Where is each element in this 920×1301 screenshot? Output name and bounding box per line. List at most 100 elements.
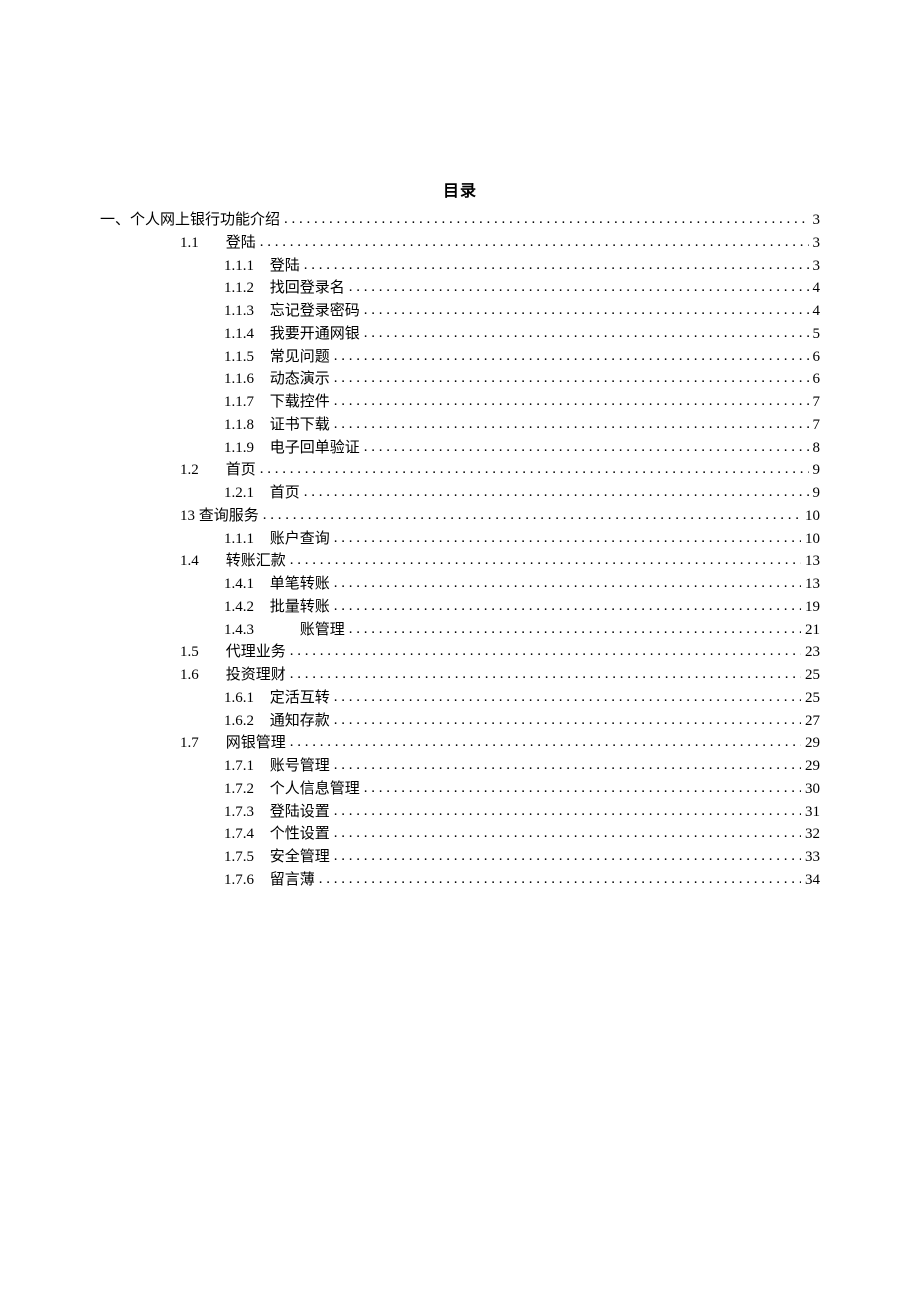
toc-entry[interactable]: 1.7.6 留言薄34 [224, 869, 820, 892]
toc-entry[interactable]: 1.4.1 单笔转账13 [224, 573, 820, 596]
toc-leader [349, 619, 801, 634]
toc-entry-text: 首页 [226, 462, 256, 478]
toc-entry[interactable]: 1.1.3 忘记登录密码4 [224, 300, 820, 323]
toc-entry-number: 1.7.1 [224, 756, 266, 778]
toc-entry-page: 32 [805, 824, 820, 846]
toc-entry-label: 1.4 转账汇款 [180, 551, 286, 573]
toc-entry[interactable]: 1.1.4 我要开通网银5 [224, 323, 820, 346]
toc-entry[interactable]: 1.1.9 电子回单验证8 [224, 437, 820, 460]
toc-entry-page: 34 [805, 870, 820, 892]
toc-entry-label: 1.5 代理业务 [180, 642, 286, 664]
toc-entry-number: 1.6.1 [224, 688, 266, 710]
toc-entry-number: 1.2.1 [224, 483, 266, 505]
toc-entry[interactable]: 1.1.1 账户查询10 [224, 528, 820, 551]
toc-entry[interactable]: 1.7.5 安全管理33 [224, 846, 820, 869]
toc-entry-page: 19 [805, 597, 820, 619]
toc-entry-label: 1.7.5 安全管理 [224, 847, 330, 869]
toc-entry-text: 电子回单验证 [270, 440, 360, 456]
toc-entry-page: 3 [813, 233, 821, 255]
toc-entry[interactable]: 1.7.1 账号管理29 [224, 755, 820, 778]
toc-entry[interactable]: 1.4.3 账管理21 [224, 619, 820, 642]
toc-entry-number: 1.6.2 [224, 711, 266, 733]
toc-entry-label: 1.7.1 账号管理 [224, 756, 330, 778]
toc-entry-text: 登陆 [226, 235, 256, 251]
toc-entry-text: 首页 [270, 485, 300, 501]
toc-entry-number: 1.1.5 [224, 347, 266, 369]
toc-entry-page: 3 [813, 210, 821, 232]
toc-entry-number: 1.7 [180, 733, 222, 755]
toc-entry-text: 单笔转账 [270, 576, 330, 592]
toc-entry-number: 1.1.3 [224, 301, 266, 323]
toc-entry-text: 常见问题 [270, 349, 330, 365]
toc-entry-label: 1.1.1 登陆 [224, 256, 300, 278]
toc-entry[interactable]: 1.1.5 常见问题 6 [224, 346, 820, 369]
toc-leader [364, 778, 801, 793]
toc-entry-label: 1.1.7 下载控件 [224, 392, 330, 414]
toc-entry[interactable]: 1.6.1 定活互转25 [224, 687, 820, 710]
toc-entry-number: 1.7.5 [224, 847, 266, 869]
toc-entry[interactable]: 1.2 首页9 [180, 459, 820, 482]
toc-entry-text: 批量转账 [270, 599, 330, 615]
toc-leader [334, 755, 801, 770]
toc-entry-page: 6 [813, 347, 821, 369]
toc-entry-page: 13 [805, 574, 820, 596]
toc-entry-page: 31 [805, 802, 820, 824]
toc-title: 目录 [100, 180, 820, 203]
toc-entry-page: 27 [805, 711, 820, 733]
toc-entry-page: 6 [813, 369, 821, 391]
toc-entry-number: 1.1.4 [224, 324, 266, 346]
toc-entry-number: 1.6 [180, 665, 222, 687]
toc-entry-label: 1.4.3 账管理 [224, 620, 345, 642]
toc-entry-text: 动态演示 [270, 371, 330, 387]
toc-entry[interactable]: 1.5 代理业务23 [180, 641, 820, 664]
toc-entry[interactable]: 1.7 网银管理29 [180, 732, 820, 755]
toc-entry-text: 找回登录名 [270, 280, 345, 296]
toc-entry[interactable]: 一、个人网上银行功能介绍 3 [100, 209, 820, 232]
toc-leader [260, 459, 809, 474]
toc-leader [334, 368, 809, 383]
toc-leader [334, 596, 801, 611]
toc-entry-page: 30 [805, 779, 820, 801]
toc-entry[interactable]: 13 查询服务10 [180, 505, 820, 528]
toc-entry-label: 1.6.1 定活互转 [224, 688, 330, 710]
toc-entry-page: 4 [813, 278, 821, 300]
toc-entry-label: 1.1.5 常见问题 [224, 347, 330, 369]
toc-entry[interactable]: 1.2.1 首页9 [224, 482, 820, 505]
toc-entry-text: 网银管理 [226, 735, 286, 751]
toc-entry-text: 忘记登录密码 [270, 303, 360, 319]
toc-entry[interactable]: 1.6.2 通知存款27 [224, 710, 820, 733]
toc-entry-label: 一、个人网上银行功能介绍 [100, 210, 280, 232]
toc-leader [260, 232, 809, 247]
toc-entry-number: 1.1.7 [224, 392, 266, 414]
toc-entry-label: 1.1.9 电子回单验证 [224, 438, 360, 460]
toc-entry[interactable]: 1.4 转账汇款13 [180, 550, 820, 573]
toc-leader [334, 846, 801, 861]
toc-entry[interactable]: 1.1.1 登陆3 [224, 255, 820, 278]
toc-entry[interactable]: 1.1.8 证书下载7 [224, 414, 820, 437]
toc-entry[interactable]: 1.1 登陆 3 [180, 232, 820, 255]
toc-entry-text: 证书下载 [270, 417, 330, 433]
toc-entry-label: 1.1.8 证书下载 [224, 415, 330, 437]
toc-leader [334, 346, 809, 361]
toc-entry[interactable]: 1.7.4 个性设置32 [224, 823, 820, 846]
toc-leader [349, 277, 809, 292]
toc-entry-number: 1.1.6 [224, 369, 266, 391]
toc-entry-page: 9 [813, 460, 821, 482]
toc-entry-text: 登陆设置 [270, 804, 330, 820]
toc-entry-number: 1.5 [180, 642, 222, 664]
toc-entry-text: 账号管理 [270, 758, 330, 774]
toc-entry-text: 投资理财 [226, 667, 286, 683]
toc-entry-number: 1.4.3 [224, 620, 266, 642]
toc-entry[interactable]: 1.6 投资理财25 [180, 664, 820, 687]
toc-entry[interactable]: 1.1.2 找回登录名4 [224, 277, 820, 300]
toc-entry-text: 我要开通网银 [270, 326, 360, 342]
toc-entry[interactable]: 1.7.3 登陆设置31 [224, 801, 820, 824]
toc-entry[interactable]: 1.1.7 下载控件7 [224, 391, 820, 414]
toc-entry-text: 下载控件 [270, 394, 330, 410]
toc-entry-label: 1.1 登陆 [180, 233, 256, 255]
toc-leader [334, 528, 801, 543]
toc-entry-number: 1.1.8 [224, 415, 266, 437]
toc-entry[interactable]: 1.1.6 动态演示 6 [224, 368, 820, 391]
toc-entry[interactable]: 1.4.2 批量转账19 [224, 596, 820, 619]
toc-entry[interactable]: 1.7.2 个人信息管理30 [224, 778, 820, 801]
